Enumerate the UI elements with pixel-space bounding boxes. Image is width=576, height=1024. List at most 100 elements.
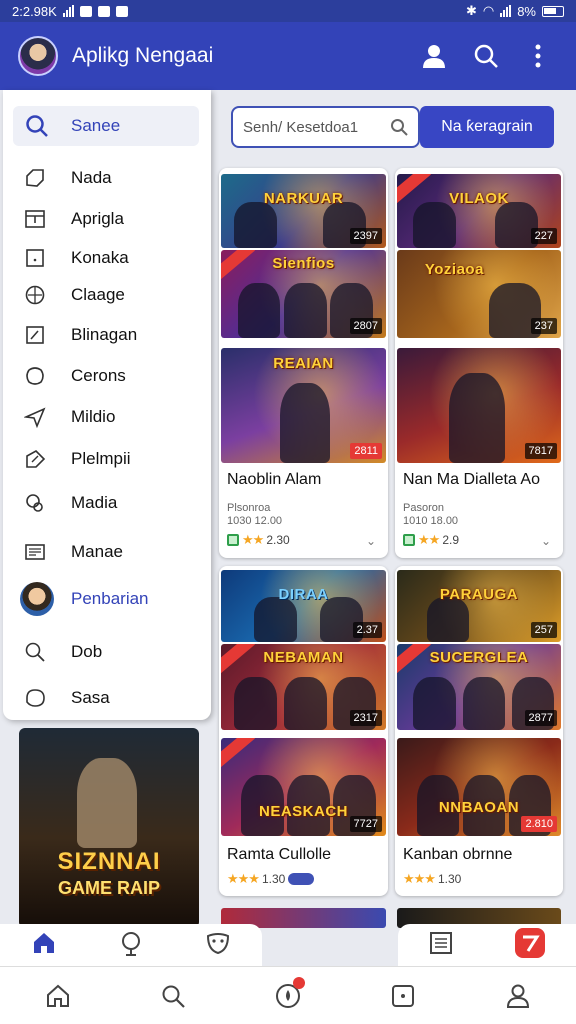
drawer-item-konaka[interactable]: Konaka [23, 246, 129, 270]
game-date: 1010 18.00 [403, 515, 459, 527]
nav-home[interactable] [35, 973, 81, 1019]
game-thumbnail[interactable]: NARKUAR 2397 [221, 174, 386, 248]
featured-poster[interactable]: SIZNNAI GAME RAIP [19, 728, 199, 928]
image-icon [97, 5, 110, 17]
send-icon [23, 405, 47, 429]
thumbnail-title: NARKUAR [263, 190, 344, 208]
game-thumbnail[interactable]: 7817 [397, 348, 561, 463]
tab-explore[interactable] [118, 930, 144, 961]
game-thumbnail[interactable]: Sienfios 2807 [221, 250, 386, 338]
search-submit-button[interactable]: Na ƙeragrain [420, 106, 554, 148]
game-rating: ★★ 2.9 [403, 532, 459, 548]
bluetooth-icon: ✱ [465, 3, 477, 18]
game-card[interactable]: PARAUGA 257 SUCERGLEA 2877 NNBAOAN 2.810… [395, 566, 563, 896]
game-thumbnail[interactable]: NEASKACH 7727 [221, 738, 386, 836]
nav-search[interactable] [150, 973, 196, 1019]
profile-avatar[interactable] [18, 36, 58, 76]
thumbnail-badge: 2397 [349, 228, 382, 244]
game-thumbnail[interactable]: NNBAOAN 2.810 [397, 738, 561, 836]
game-publisher: Plsonroa [227, 502, 271, 514]
circle-icon [23, 364, 47, 388]
star-icon: ★★★ [403, 871, 436, 886]
more-button[interactable] [518, 36, 558, 76]
person-icon [423, 45, 445, 68]
globe-icon [121, 931, 140, 956]
search-row: Senh/ Kesetdoa1 Na ƙeragrain [231, 106, 554, 148]
game-card[interactable]: VILAOK 227 Yoziaoa 237 7817 Nan Ma Diall… [395, 168, 563, 558]
rating-value: 1.30 [437, 872, 462, 886]
thumbnail-title: DIRAA [278, 585, 329, 603]
drawer-item-manae[interactable]: Manae [23, 540, 123, 564]
game-thumbnail[interactable]: NEBAMAN 2317 [221, 644, 386, 730]
tab-home[interactable] [31, 930, 57, 961]
poster-title: SIZNNAI [57, 848, 161, 875]
game-card[interactable]: NARKUAR 2397 Sienfios 2807 REAIAN 2811 N… [219, 168, 388, 558]
thumbnail-badge: 2.37 [352, 622, 382, 638]
search-button[interactable] [466, 36, 506, 76]
drawer-item-blinagan[interactable]: Blinagan [23, 323, 137, 347]
clock: 2:2.98K [12, 3, 57, 19]
drawer-item-nada[interactable]: Nada [23, 166, 112, 190]
thumbnail-badge: 2811 [350, 443, 382, 459]
thumbnail-title: VILAOK [449, 190, 509, 208]
chat-icon [23, 686, 47, 710]
search-placeholder: Senh/ Kesetdoa1 [243, 118, 359, 136]
search-input[interactable]: Senh/ Kesetdoa1 [231, 106, 420, 148]
game-thumbnail[interactable]: Yoziaoa 237 [397, 250, 561, 338]
game-thumbnail[interactable]: PARAUGA 257 [397, 570, 561, 642]
drawer-item-label: Sasa [71, 688, 110, 707]
search-icon [23, 640, 47, 664]
game-date: 1030 12.00 [227, 515, 283, 527]
thumbnail-title: NNBAOAN [438, 798, 520, 816]
drawer-item-penbarian[interactable]: Penbarian [20, 582, 149, 616]
game-thumbnail[interactable]: VILAOK 227 [397, 174, 561, 248]
drawer-item-dob[interactable]: Dob [23, 640, 102, 664]
nav-wallet[interactable] [380, 973, 426, 1019]
game-publisher: Pasoron [403, 502, 444, 514]
rating-value: 2.30 [266, 533, 290, 547]
search-icon [474, 44, 498, 68]
drawer-item-claage[interactable]: Claage [23, 283, 125, 307]
thumbnail-title: NEBAMAN [263, 649, 344, 667]
app-badge-icon [515, 927, 545, 958]
account-button[interactable] [414, 36, 454, 76]
drawer-search[interactable]: Sanee [13, 106, 199, 146]
drawer-item-label: Mildio [71, 407, 116, 426]
status-bar: 2:2.98K ✱ ◠ 8% [0, 0, 576, 22]
drawer-item-label: Konaka [71, 248, 129, 267]
app-bar: Aplikg Nengaai [0, 22, 576, 90]
game-thumbnail[interactable]: DIRAA 2.37 [221, 570, 386, 642]
verified-icon [403, 534, 415, 546]
drawer-item-label: Madia [71, 493, 118, 512]
drawer-item-cerons[interactable]: Cerons [23, 364, 126, 388]
tab-news[interactable] [514, 927, 546, 964]
thumbnail-badge: 2877 [524, 710, 557, 726]
nav-profile[interactable] [495, 973, 541, 1019]
drawer-item-aprigla[interactable]: Aprigla [23, 207, 124, 231]
drawer-search-label: Sanee [71, 116, 121, 135]
tab-library[interactable] [428, 930, 454, 961]
game-card[interactable]: DIRAA 2.37 NEBAMAN 2317 NEASKACH 7727 Ra… [219, 566, 388, 896]
home-icon [46, 984, 69, 1007]
chevron-down-icon[interactable]: ⌄ [366, 534, 376, 548]
search-icon [26, 115, 48, 137]
thumbnail-badge: 2317 [349, 710, 382, 726]
drawer-item-sasa[interactable]: Sasa [23, 686, 110, 710]
rating-value: 2.9 [442, 533, 459, 547]
thumbnail-title: Yoziaoa [424, 260, 484, 278]
search-icon [391, 119, 408, 136]
game-thumbnail[interactable]: SUCERGLEA 2877 [397, 644, 561, 730]
game-thumbnail[interactable]: REAIAN 2811 [221, 348, 386, 463]
chevron-down-icon[interactable]: ⌄ [541, 534, 551, 548]
drawer-item-plelmpii[interactable]: Plelmpii [23, 447, 131, 471]
drawer-item-mildio[interactable]: Mildio [23, 405, 115, 429]
wallet-icon [392, 984, 415, 1007]
drawer-item-label: Plelmpii [71, 449, 131, 468]
more-vert-icon [535, 44, 541, 68]
thumbnail-title: REAIAN [273, 354, 334, 372]
drawer-item-madia[interactable]: Madia [23, 491, 117, 515]
tab-games[interactable] [205, 930, 231, 961]
nav-activity[interactable] [265, 973, 311, 1019]
share-icon [23, 447, 47, 471]
game-name: Nan Ma Dialleta Ao [403, 471, 540, 488]
